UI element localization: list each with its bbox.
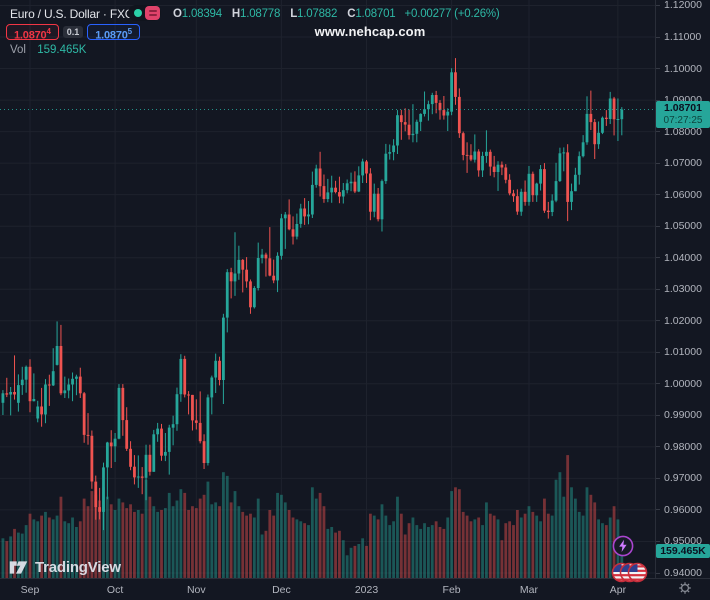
market-open-dot-icon xyxy=(134,9,142,17)
price-axis-tick xyxy=(656,415,660,416)
time-axis-label: Apr xyxy=(610,584,626,596)
price-axis-tick xyxy=(656,100,660,101)
price-axis-tick xyxy=(656,446,660,447)
low-label: L xyxy=(290,8,297,20)
price-axis-label: 1.02000 xyxy=(664,315,702,327)
ask-badge[interactable]: 1.08705 xyxy=(87,24,140,40)
change-value: +0.00277 (+0.26%) xyxy=(404,8,499,20)
spread-chip: 0.1 xyxy=(63,26,84,38)
price-axis-label: 0.96000 xyxy=(664,504,702,516)
open-value: 1.08394 xyxy=(182,8,222,20)
gear-icon[interactable] xyxy=(678,581,692,595)
watermark-text: www.nehcap.com xyxy=(315,24,426,39)
bar-countdown: 07:27:25 xyxy=(656,115,710,127)
price-axis-tick xyxy=(656,68,660,69)
high-value: 1.08778 xyxy=(240,8,280,20)
price-axis-label: 1.04000 xyxy=(664,252,702,264)
price-axis-label: 0.99000 xyxy=(664,409,702,421)
price-axis-tick xyxy=(656,131,660,132)
price-axis-label: 1.06000 xyxy=(664,189,702,201)
symbol-title[interactable]: Euro / U.S. Dollar · FXCM xyxy=(10,7,143,21)
volume-legend[interactable]: Vol 159.465K xyxy=(10,44,86,56)
price-axis-tick xyxy=(656,226,660,227)
price-axis-label: 1.01000 xyxy=(664,346,702,358)
market-status-toggle[interactable] xyxy=(128,5,161,21)
price-axis-tick xyxy=(656,352,660,353)
bid-badge[interactable]: 1.08704 xyxy=(6,24,59,40)
lightning-bolt-icon[interactable] xyxy=(611,534,635,558)
price-axis-label: 1.03000 xyxy=(664,283,702,295)
price-axis-label: 1.10000 xyxy=(664,63,702,75)
quote-row: 1.08704 0.1 1.08705 xyxy=(6,23,140,40)
last-price-badge: 1.08701 07:27:25 xyxy=(656,101,710,128)
time-axis-label: Feb xyxy=(443,584,461,596)
notification-chip-icon xyxy=(145,6,160,20)
price-axis-tick xyxy=(656,5,660,6)
time-axis-label: Oct xyxy=(107,584,123,596)
close-value: 1.08701 xyxy=(355,8,395,20)
low-value: 1.07882 xyxy=(297,8,337,20)
price-axis-tick xyxy=(656,541,660,542)
candlestick-chart[interactable] xyxy=(0,0,710,600)
price-axis[interactable]: 1.120001.110001.100001.090001.080001.070… xyxy=(655,0,710,578)
price-axis-label: 0.98000 xyxy=(664,441,702,453)
us-flag-event-markers-icon[interactable] xyxy=(610,561,650,585)
ohlc-row: O1.08394 H1.08778 L1.07882 C1.08701 +0.0… xyxy=(173,8,500,20)
price-axis-label: 1.12000 xyxy=(664,0,702,11)
volume-value: 159.465K xyxy=(37,44,86,56)
price-axis-tick xyxy=(656,383,660,384)
us-flag-icon xyxy=(612,563,647,582)
price-axis-label: 1.00000 xyxy=(664,378,702,390)
tradingview-logo[interactable]: TradingView xyxy=(8,557,121,578)
price-axis-tick xyxy=(656,194,660,195)
price-axis-label: 1.05000 xyxy=(664,220,702,232)
time-axis-label: Nov xyxy=(187,584,206,596)
volume-label: Vol xyxy=(10,44,26,56)
open-label: O xyxy=(173,8,182,20)
price-axis-tick xyxy=(656,37,660,38)
price-axis-tick xyxy=(656,163,660,164)
time-axis-label: Mar xyxy=(520,584,538,596)
volume-axis-badge: 159.465K xyxy=(656,544,710,558)
time-axis-label: Dec xyxy=(272,584,291,596)
time-axis-label: Sep xyxy=(21,584,40,596)
symbol-header: Euro / U.S. Dollar · FXCM xyxy=(10,6,143,22)
price-axis-tick xyxy=(656,478,660,479)
price-axis-tick xyxy=(656,509,660,510)
high-label: H xyxy=(232,8,240,20)
last-price-value: 1.08701 xyxy=(656,102,710,115)
tradingview-logo-text: TradingView xyxy=(35,559,121,576)
price-axis-tick xyxy=(656,257,660,258)
time-axis-label: 2023 xyxy=(355,584,378,596)
price-axis-label: 1.07000 xyxy=(664,157,702,169)
price-axis-tick xyxy=(656,573,660,574)
price-axis-label: 0.97000 xyxy=(664,472,702,484)
tradingview-chart-window: 1.120001.110001.100001.090001.080001.070… xyxy=(0,0,710,600)
price-axis-label: 1.11000 xyxy=(664,31,701,43)
price-axis-tick xyxy=(656,320,660,321)
time-axis[interactable]: Sep Oct Nov Dec 2023 Feb Mar Apr xyxy=(0,578,710,600)
price-axis-tick xyxy=(656,289,660,290)
tradingview-logo-icon xyxy=(8,557,29,578)
